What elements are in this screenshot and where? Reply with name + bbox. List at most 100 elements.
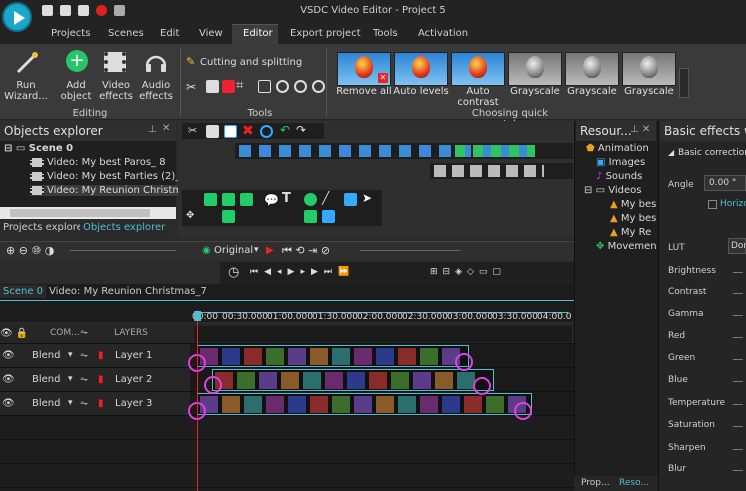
menu-scenes[interactable]: Scenes <box>108 28 144 39</box>
video-clip-layer-3[interactable] <box>197 393 532 415</box>
tree-scene[interactable]: ⊟ ▭ Scene 0 <box>4 143 73 154</box>
move-icon[interactable]: ✥ <box>186 210 199 223</box>
resource-video-item[interactable]: ▲ My bes <box>610 199 656 210</box>
audio-object-icon[interactable] <box>222 210 235 223</box>
track-row[interactable]: 👁 Blend ▾ ⏦ ▮ Layer 3 <box>0 392 190 416</box>
image-object-icon[interactable] <box>222 193 235 206</box>
select-cursor-icon[interactable]: ➤ <box>362 191 375 205</box>
style-auto-contrast-tile[interactable] <box>451 52 505 86</box>
dropdown-icon[interactable]: ▾ <box>68 398 73 408</box>
delete-icon[interactable]: ✖ <box>242 123 255 139</box>
rotate-tool-icon[interactable] <box>312 80 325 93</box>
close-icon[interactable]: ✕ <box>162 123 170 134</box>
pin-icon[interactable]: ⊥ <box>148 124 157 135</box>
resource-animation[interactable]: ⬟ Animation <box>586 143 649 154</box>
tab-objects-explorer[interactable]: Objects explorer <box>80 221 169 234</box>
playhead-handle[interactable] <box>194 311 201 321</box>
resource-video-item[interactable]: ▲ My Re <box>610 227 651 238</box>
text-tool-icon[interactable]: T <box>282 191 295 206</box>
track-row[interactable]: 👁 Blend ▾ ⏦ ▮ Layer 2 <box>0 368 190 392</box>
collapse-icon[interactable]: ◢ <box>668 148 674 157</box>
style-grayscale-tile[interactable] <box>622 52 676 86</box>
rect-tool-icon[interactable] <box>322 210 335 223</box>
transport-extra-controls[interactable]: ⊞⊟◈◇▭▢ <box>430 267 506 277</box>
zoom-slider[interactable] <box>70 250 176 251</box>
tab-projects-explorer[interactable]: Projects explorer <box>0 221 90 234</box>
playhead-line[interactable] <box>197 310 198 491</box>
gamma-slider[interactable] <box>733 315 743 316</box>
red-slider[interactable] <box>733 337 743 338</box>
order-arrow-icons[interactable] <box>455 145 535 157</box>
mode-dropdown-icon[interactable]: ▾ <box>254 245 259 255</box>
eye-icon[interactable]: 👁 <box>2 350 15 361</box>
tab-video-reunion[interactable]: Video: My Reunion Christmas_7 <box>46 285 210 298</box>
scissors-icon[interactable]: ✂ <box>186 80 196 94</box>
menu-edit[interactable]: Edit <box>160 28 179 39</box>
pin-icon[interactable]: ⊥ ✕ <box>630 124 650 135</box>
line-tool-icon[interactable]: ╱ <box>322 191 335 205</box>
speed2-tool-icon[interactable] <box>294 80 307 93</box>
preview-mode-select[interactable]: Original <box>214 245 253 256</box>
horizontal-checkbox[interactable] <box>708 200 717 209</box>
layer-name[interactable]: Layer 2 <box>115 374 152 385</box>
audio-effects-button[interactable]: Audio effects <box>136 80 176 102</box>
text-object-icon[interactable]: 💬 <box>264 193 279 207</box>
tree-item[interactable]: Video: My best Parties (2)_ 6 <box>30 171 190 182</box>
undo-icon[interactable]: ↶ <box>280 123 293 137</box>
flag-icon[interactable]: ▮ <box>98 398 104 409</box>
record-icon[interactable] <box>260 125 273 138</box>
menu-activation[interactable]: Activation <box>418 28 468 39</box>
preview-tool-icons[interactable]: ⏮ ⟲ ⇥ ⊘ <box>282 244 330 258</box>
menu-view[interactable]: View <box>199 28 223 39</box>
chart-tool-icon[interactable] <box>344 193 357 206</box>
contrast-slider[interactable] <box>733 293 743 294</box>
menu-projects[interactable]: Projects <box>51 28 90 39</box>
horizontal-scrollbar[interactable] <box>0 207 176 219</box>
transport-controls[interactable]: ⏮◀◂▶▸▶⏭⏩ <box>250 267 355 277</box>
video-clip-layer-2[interactable] <box>212 369 494 391</box>
menu-tools[interactable]: Tools <box>373 28 398 39</box>
film-tool-icon[interactable] <box>206 80 219 93</box>
video-effects-button[interactable]: Video effects <box>96 80 136 102</box>
stop-tool-icon[interactable] <box>222 80 235 93</box>
flag-icon[interactable]: ▮ <box>98 374 104 385</box>
resource-sounds[interactable]: ♪ Sounds <box>596 171 642 182</box>
tab-scene-0[interactable]: Scene 0 <box>0 285 47 298</box>
speed-tool-icon[interactable] <box>276 80 289 93</box>
style-grayscale-tile[interactable] <box>508 52 562 86</box>
green-slider[interactable] <box>733 359 743 360</box>
zoom-in-icon[interactable]: ⊕ ⊖ ⑩ ◑ <box>6 244 54 257</box>
brightness-slider[interactable] <box>733 272 743 273</box>
layer-name[interactable]: Layer 1 <box>115 350 152 361</box>
resource-videos[interactable]: ⊟ ▭ Videos <box>584 185 641 196</box>
sprite-object-icon[interactable] <box>240 193 253 206</box>
tab-properties[interactable]: Prop... <box>578 477 613 489</box>
resource-video-item[interactable]: ▲ My bes <box>610 213 656 224</box>
eye-icon[interactable]: 👁 <box>2 398 15 409</box>
marker-play-icon[interactable]: ▶ <box>266 245 274 256</box>
app-logo-icon[interactable] <box>2 2 32 32</box>
cutting-splitting-button[interactable]: Cutting and splitting <box>200 57 302 68</box>
style-auto-levels-tile[interactable] <box>394 52 448 86</box>
visibility-header-icons[interactable]: 👁 🔒 <box>0 328 28 339</box>
dropdown-icon[interactable]: ▾ <box>68 350 73 360</box>
blend-select[interactable]: Blend <box>32 350 60 361</box>
video-clip-layer-1[interactable] <box>197 345 469 367</box>
temperature-slider[interactable] <box>733 404 743 405</box>
sharpen-slider[interactable] <box>733 449 743 450</box>
ellipse-tool-icon[interactable] <box>304 193 317 206</box>
clock-icon[interactable]: ◷ <box>228 265 239 280</box>
resource-movement[interactable]: ✥ Movemen <box>596 241 657 252</box>
crop-icon[interactable]: ⌗ <box>236 78 243 93</box>
style-grayscale-tile[interactable] <box>565 52 619 86</box>
saturation-slider[interactable] <box>733 426 743 427</box>
angle-input[interactable]: 0.00 ° <box>704 175 746 191</box>
video-object-icon[interactable] <box>204 193 217 206</box>
volume-slider[interactable] <box>360 250 460 251</box>
paste-icon[interactable] <box>224 125 237 138</box>
blend-select[interactable]: Blend <box>32 374 60 385</box>
basic-correction-section[interactable]: Basic correction <box>678 148 746 158</box>
cut-icon[interactable]: ✂ <box>188 124 201 137</box>
layer-name[interactable]: Layer 3 <box>115 398 152 409</box>
style-remove-all-tile[interactable]: ✕ <box>337 52 391 86</box>
